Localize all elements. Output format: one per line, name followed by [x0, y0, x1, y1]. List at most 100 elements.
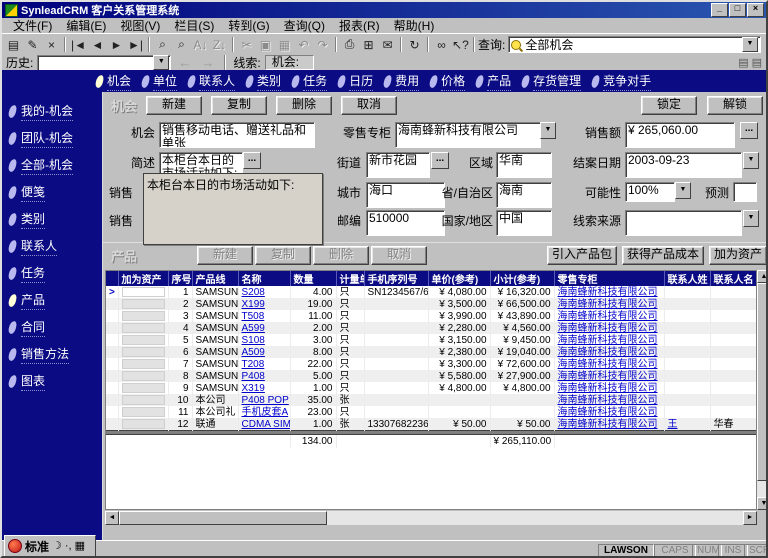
- asset-checkbox[interactable]: [122, 287, 165, 297]
- sidebar-item-contacts[interactable]: 联系人: [2, 233, 102, 260]
- column-header-1[interactable]: 序号: [168, 271, 192, 286]
- product-link[interactable]: P408: [242, 371, 265, 382]
- summary-ellipsis-button[interactable]: ...: [243, 152, 261, 169]
- sidebar-item-my-opportunity[interactable]: 我的-机会: [2, 98, 102, 125]
- product-right-button-2[interactable]: 加为资产: [709, 246, 767, 265]
- asset-cell[interactable]: [118, 334, 168, 346]
- ime-toolbar[interactable]: 标准 ☽ ·, ▦: [4, 535, 96, 557]
- probability-dropdown-button[interactable]: ▼: [675, 182, 691, 199]
- asset-checkbox[interactable]: [122, 395, 165, 405]
- menu-item-2[interactable]: 视图(V): [113, 17, 167, 34]
- redo-icon[interactable]: ↷: [313, 36, 332, 53]
- print-icon[interactable]: ⎙: [340, 36, 359, 53]
- prev-record-icon[interactable]: ◄: [88, 36, 107, 53]
- counter-link[interactable]: 海南蜂新科技有限公司: [558, 371, 658, 382]
- first-record-icon[interactable]: |◄: [69, 36, 88, 53]
- product-link[interactable]: X319: [242, 383, 265, 394]
- query-combo[interactable]: 全部机会 ▼: [508, 36, 761, 53]
- tab-contact[interactable]: 联系人: [186, 72, 244, 91]
- asset-checkbox[interactable]: [122, 407, 165, 417]
- column-header-9[interactable]: 零售专柜: [554, 271, 664, 286]
- counter-link[interactable]: 海南蜂新科技有限公司: [558, 311, 658, 322]
- ime-logo-icon[interactable]: [8, 539, 22, 553]
- opportunity-button-1[interactable]: 复制: [211, 96, 267, 115]
- scroll-right-button[interactable]: ►: [743, 511, 757, 525]
- table-row[interactable]: 3SAMSUNGT50811.00只¥ 3,990.00¥ 43,890.00海…: [106, 310, 757, 322]
- asset-cell[interactable]: [118, 418, 168, 431]
- contact-last-link[interactable]: 王: [668, 419, 678, 430]
- tab-expense[interactable]: 费用: [382, 72, 428, 91]
- close-date-input[interactable]: 2003-09-23: [625, 152, 742, 178]
- pages-icon-1[interactable]: ▤: [738, 56, 748, 69]
- tab-price[interactable]: 价格: [428, 72, 474, 91]
- ime-punctuation-icon[interactable]: ·,: [65, 540, 72, 552]
- product-link[interactable]: X199: [242, 299, 265, 310]
- asset-checkbox[interactable]: [122, 323, 165, 333]
- menu-item-4[interactable]: 转到(G): [221, 17, 276, 34]
- ime-keyboard-icon[interactable]: ▦: [75, 540, 85, 552]
- edit-record-icon[interactable]: ✎: [23, 36, 42, 53]
- asset-cell[interactable]: [118, 286, 168, 298]
- asset-checkbox[interactable]: [122, 359, 165, 369]
- street-input[interactable]: 新市花园: [366, 152, 430, 178]
- forecast-checkbox[interactable]: [733, 182, 757, 202]
- copy-icon[interactable]: ▣: [256, 36, 275, 53]
- province-input[interactable]: 海南: [496, 182, 552, 208]
- asset-cell[interactable]: [118, 346, 168, 358]
- column-header-7[interactable]: 单价(参考): [428, 271, 490, 286]
- asset-checkbox[interactable]: [122, 299, 165, 309]
- history-combo[interactable]: ▼: [37, 55, 171, 71]
- street-ellipsis-button[interactable]: ...: [431, 152, 449, 169]
- delete-record-icon[interactable]: ×: [42, 36, 61, 53]
- table-row[interactable]: >1SAMSUNGS2084.00只SN1234567/68/¥ 4,080.0…: [106, 286, 757, 298]
- preview-icon[interactable]: ⌕: [172, 36, 191, 53]
- menu-item-1[interactable]: 编辑(E): [59, 17, 113, 34]
- table-row[interactable]: 7SAMSUNGT20822.00只¥ 3,300.00¥ 72,600.00海…: [106, 358, 757, 370]
- counter-link[interactable]: 海南蜂新科技有限公司: [558, 395, 658, 406]
- counter-link[interactable]: 海南蜂新科技有限公司: [558, 347, 658, 358]
- product-link[interactable]: T208: [242, 359, 265, 370]
- tab-task[interactable]: 任务: [290, 72, 336, 91]
- counter-link[interactable]: 海南蜂新科技有限公司: [558, 383, 658, 394]
- sidebar-item-tasks[interactable]: 任务: [2, 260, 102, 287]
- paste-icon[interactable]: ▦: [275, 36, 294, 53]
- minimize-button[interactable]: _: [711, 3, 728, 17]
- counter-link[interactable]: 海南蜂新科技有限公司: [558, 407, 658, 418]
- asset-cell[interactable]: [118, 394, 168, 406]
- counter-link[interactable]: 海南蜂新科技有限公司: [558, 359, 658, 370]
- menu-item-0[interactable]: 文件(F): [6, 17, 59, 34]
- asset-cell[interactable]: [118, 370, 168, 382]
- sort-asc-icon[interactable]: A↓: [191, 36, 210, 53]
- counter-link[interactable]: 海南蜂新科技有限公司: [558, 323, 658, 334]
- horizontal-scroll-thumb[interactable]: [119, 511, 327, 525]
- sidebar-item-charts[interactable]: 图表: [2, 368, 102, 395]
- last-record-icon[interactable]: ►|: [126, 36, 145, 53]
- opportunity-button-0[interactable]: 新建: [146, 96, 202, 115]
- lock-button-0[interactable]: 锁定: [641, 96, 697, 115]
- counter-link[interactable]: 海南蜂新科技有限公司: [558, 287, 658, 298]
- new-record-icon[interactable]: ▤: [4, 36, 23, 53]
- summary-memo-popup[interactable]: 本柜台本日的市场活动如下:: [143, 173, 323, 245]
- sidebar-item-notes[interactable]: 便笺: [2, 179, 102, 206]
- sidebar-item-products[interactable]: 产品: [2, 287, 102, 314]
- column-header-11[interactable]: 联系人名: [710, 271, 757, 286]
- tab-opportunity[interactable]: 机会: [94, 72, 140, 91]
- scroll-down-button[interactable]: ▼: [757, 497, 768, 510]
- lock-button-1[interactable]: 解锁: [707, 96, 763, 115]
- close-button[interactable]: ×: [747, 3, 764, 17]
- retail-counter-combo[interactable]: 海南蜂新科技有限公司: [395, 122, 541, 148]
- vertical-scrollbar[interactable]: ▲ ▼: [757, 270, 768, 510]
- help-icon[interactable]: ↖?: [451, 36, 470, 53]
- sales-amount-input[interactable]: ¥ 265,060.00: [625, 122, 735, 148]
- asset-checkbox[interactable]: [122, 383, 165, 393]
- scroll-up-button[interactable]: ▲: [757, 270, 768, 283]
- refresh-icon[interactable]: ↻: [405, 36, 424, 53]
- column-header-4[interactable]: 数量: [290, 271, 336, 286]
- product-right-button-1[interactable]: 获得产品成本: [622, 246, 704, 265]
- column-header-8[interactable]: 小计(参考): [490, 271, 554, 286]
- sidebar-item-category[interactable]: 类别: [2, 206, 102, 233]
- scroll-left-button[interactable]: ◄: [105, 511, 119, 525]
- asset-cell[interactable]: [118, 358, 168, 370]
- pages-icon-2[interactable]: ▤: [752, 56, 762, 69]
- column-header-6[interactable]: 手机序列号: [364, 271, 428, 286]
